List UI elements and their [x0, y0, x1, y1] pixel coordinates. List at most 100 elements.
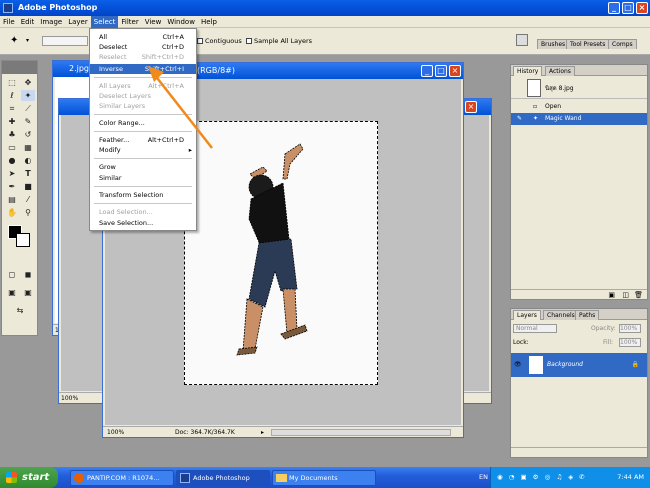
menu-image[interactable]: Image: [37, 16, 65, 28]
new-document-icon[interactable]: ▣: [608, 291, 615, 299]
full-screen-icon[interactable]: ▣: [21, 287, 35, 298]
tab-actions[interactable]: Actions: [545, 66, 575, 76]
new-snapshot-icon[interactable]: ◫: [622, 291, 629, 299]
stamp-tool-icon[interactable]: ♣: [5, 129, 19, 140]
menu-item-deselect[interactable]: Deselect Ctrl+D: [90, 42, 196, 52]
tab-paths[interactable]: Paths: [575, 310, 600, 320]
background-color-swatch[interactable]: [16, 233, 30, 247]
taskbar-item-my-documents[interactable]: My Documents: [272, 470, 376, 486]
shape-tool-icon[interactable]: ■: [21, 181, 35, 192]
menu-item-label: Feather...: [99, 136, 130, 144]
eraser-tool-icon[interactable]: ▭: [5, 142, 19, 153]
menu-item-all[interactable]: All Ctrl+A: [90, 32, 196, 42]
status-arrow-icon[interactable]: ▸: [261, 427, 264, 438]
layers-panel-tabs: Layers Channels Paths: [511, 309, 647, 320]
brush-tool-icon[interactable]: ✎: [21, 116, 35, 127]
zoom-tool-icon[interactable]: ⚲: [21, 207, 35, 218]
screen-mode-icon[interactable]: ▣: [5, 287, 19, 298]
menu-help[interactable]: Help: [198, 16, 220, 28]
start-button[interactable]: start: [0, 467, 58, 488]
layer-thumbnail: [529, 356, 543, 374]
trash-icon[interactable]: 🗑: [634, 291, 643, 299]
document-info: Doc: 364.7K/364.7K: [175, 429, 235, 436]
menu-item-label: Transform Selection: [99, 191, 164, 199]
sample-all-layers-checkbox[interactable]: [246, 38, 252, 44]
eye-icon[interactable]: 👁: [514, 359, 522, 371]
menu-select[interactable]: Select: [90, 16, 119, 28]
menu-file[interactable]: File: [0, 16, 18, 28]
contiguous-checkbox[interactable]: [197, 38, 203, 44]
menu-item-transform-selection[interactable]: Transform Selection: [90, 190, 196, 200]
menu-view[interactable]: View: [142, 16, 165, 28]
blend-mode-select[interactable]: Normal: [513, 324, 557, 333]
blur-tool-icon[interactable]: ●: [5, 155, 19, 166]
path-selection-icon[interactable]: ➤: [5, 168, 19, 179]
history-brush-icon[interactable]: ↺: [21, 129, 35, 140]
hand-tool-icon[interactable]: ✋: [5, 207, 19, 218]
menu-item-label: Modify: [99, 146, 121, 154]
menu-item-label: Reselect: [99, 53, 127, 61]
main-doc-maximize[interactable]: □: [435, 65, 447, 77]
close-button[interactable]: ×: [636, 2, 648, 14]
restore-button[interactable]: □: [622, 2, 634, 14]
menu-item-similar[interactable]: Similar: [90, 173, 196, 183]
history-item-magic-wand[interactable]: ✎ ✦ Magic Wand: [511, 113, 647, 125]
menu-item-grow[interactable]: Grow: [90, 162, 196, 172]
fill-field[interactable]: 100%: [619, 338, 641, 347]
horizontal-scrollbar[interactable]: [271, 429, 451, 436]
gradient-tool-icon[interactable]: ▦: [21, 142, 35, 153]
layer-row-background[interactable]: 👁 Background 🔒: [511, 353, 647, 377]
folder-icon: [276, 474, 287, 482]
minimize-button[interactable]: _: [608, 2, 620, 14]
main-doc-minimize[interactable]: _: [421, 65, 433, 77]
tab-layers[interactable]: Layers: [513, 310, 541, 320]
dodge-tool-icon[interactable]: ◐: [21, 155, 35, 166]
lock-icon: 🔒: [631, 361, 639, 368]
healing-tool-icon[interactable]: ✚: [5, 116, 19, 127]
history-item-open[interactable]: ▫ Open: [511, 101, 647, 113]
fill-label: Fill:: [603, 339, 614, 346]
history-snapshot-row[interactable]: นิสุด 8.jpg: [511, 77, 647, 99]
history-step-icon: ✦: [533, 115, 539, 122]
menu-filter[interactable]: Filter: [118, 16, 141, 28]
tab-channels[interactable]: Channels: [543, 310, 579, 320]
tab-tool-presets[interactable]: Tool Presets: [566, 39, 610, 49]
marquee-tool-icon[interactable]: ⬚: [5, 77, 19, 88]
layers-footer: [511, 447, 647, 457]
slice-tool-icon[interactable]: ⟋: [21, 103, 35, 114]
menu-bar: File Edit Image Layer Select Filter View Window…: [0, 16, 650, 28]
tab-comps[interactable]: Comps: [608, 39, 637, 49]
menu-item-label: Save Selection...: [99, 219, 154, 227]
back-doc-close[interactable]: ×: [465, 101, 477, 113]
main-doc-close[interactable]: ×: [449, 65, 461, 77]
menu-item-save-selection[interactable]: Save Selection...: [90, 218, 196, 228]
pen-tool-icon[interactable]: ✒: [5, 181, 19, 192]
crop-tool-icon[interactable]: ⌗: [5, 103, 19, 114]
imageready-icon[interactable]: ⇆: [8, 305, 32, 316]
eyedropper-tool-icon[interactable]: ⁄: [21, 194, 35, 205]
tab-brushes[interactable]: Brushes: [537, 39, 570, 49]
quick-mask-icon[interactable]: ◻: [5, 269, 19, 280]
menu-window[interactable]: Window: [164, 16, 198, 28]
menu-edit[interactable]: Edit: [18, 16, 38, 28]
menu-separator: [94, 203, 192, 204]
palette-well-icon[interactable]: [516, 34, 528, 46]
selection-mode-icons[interactable]: [42, 36, 88, 46]
tray-icons[interactable]: ◉ ◔ ▣ ⚙ ◎ ♫ ◈ ✆: [497, 467, 587, 488]
task-label: My Documents: [289, 474, 338, 482]
move-tool-icon[interactable]: ✥: [21, 77, 35, 88]
type-tool-icon[interactable]: T: [21, 168, 35, 179]
standard-mode-icon[interactable]: ◼: [21, 269, 35, 280]
tab-history[interactable]: History: [513, 66, 543, 76]
opacity-field[interactable]: 100%: [619, 324, 641, 333]
clock: 7:44 AM: [617, 473, 644, 481]
notes-tool-icon[interactable]: ▤: [5, 194, 19, 205]
tool-preset-dropdown-icon[interactable]: ▾: [26, 37, 29, 44]
magic-wand-icon[interactable]: ✦: [10, 35, 18, 46]
lasso-tool-icon[interactable]: ℓ: [5, 90, 19, 101]
magic-wand-tool-icon[interactable]: ✦: [21, 90, 35, 101]
taskbar-item-pantip[interactable]: PANTIP.COM : R1074...: [70, 470, 174, 486]
menu-layer[interactable]: Layer: [65, 16, 91, 28]
language-indicator[interactable]: EN: [479, 467, 488, 488]
taskbar-item-photoshop[interactable]: Adobe Photoshop: [176, 470, 270, 486]
